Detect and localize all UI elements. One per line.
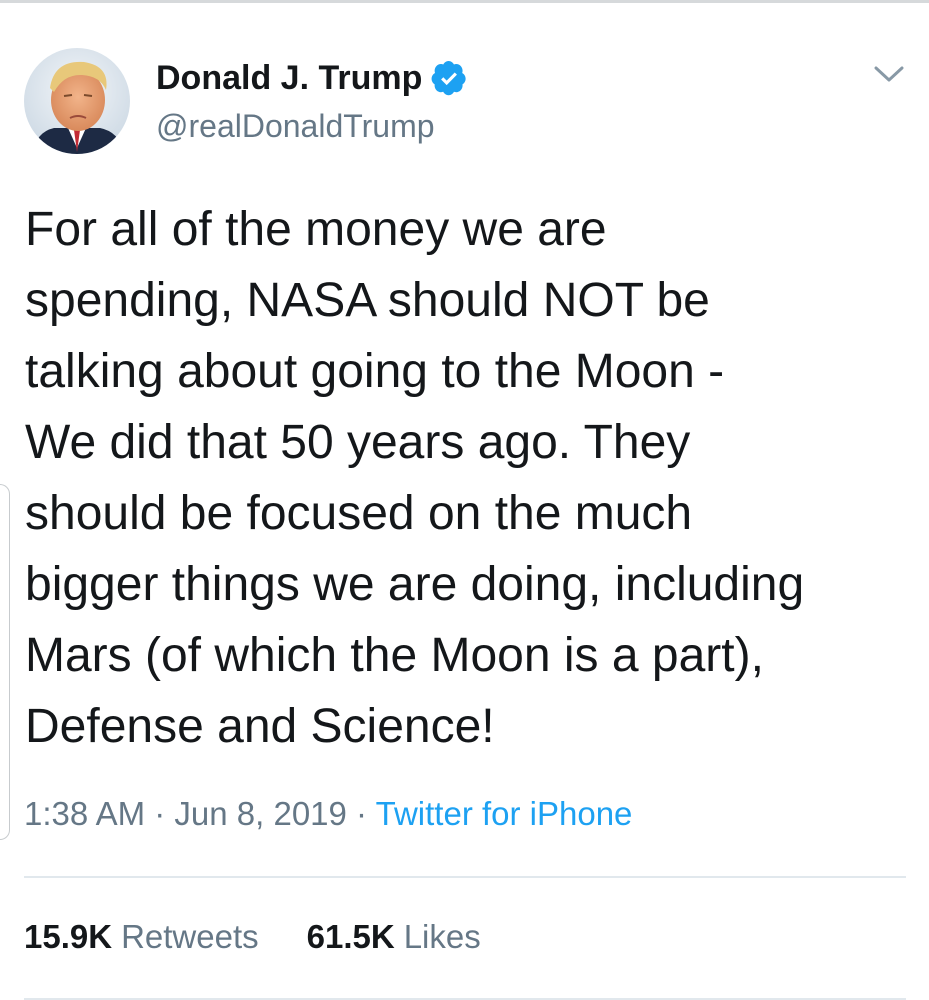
tweet-text-line: talking about going to the Moon - (25, 345, 725, 398)
tweet-text-line: bigger things we are doing, including (25, 558, 805, 611)
retweets-count: 15.9K (24, 918, 113, 955)
avatar[interactable] (24, 48, 130, 154)
top-divider (0, 0, 929, 3)
tweet-text-line: should be focused on the much (25, 487, 693, 540)
tweet-text-line: We did that 50 years ago. They (25, 416, 691, 469)
author-handle[interactable]: @realDonaldTrump (156, 107, 435, 145)
likes-count: 61.5K (306, 918, 395, 955)
tweet-date[interactable]: Jun 8, 2019 (174, 795, 346, 832)
scroll-edge-handle[interactable] (0, 484, 10, 840)
verified-badge-icon (430, 59, 468, 97)
stats-divider (24, 876, 906, 878)
tweet-text-line: Defense and Science! (25, 700, 495, 753)
tweet-metadata: 1:38 AM · Jun 8, 2019 · Twitter for iPho… (24, 794, 632, 834)
retweets-stat[interactable]: 15.9K Retweets (24, 917, 259, 957)
meta-separator: · (145, 795, 175, 832)
tweet-source-link[interactable]: Twitter for iPhone (376, 795, 633, 832)
author-display-name[interactable]: Donald J. Trump (156, 58, 422, 98)
tweet-text-line: spending, NASA should NOT be (25, 274, 710, 327)
tweet-text-line: Mars (of which the Moon is a part), (25, 629, 764, 682)
tweet-time[interactable]: 1:38 AM (24, 795, 145, 832)
tweet-text-line: For all of the money we are (25, 203, 607, 256)
likes-label: Likes (403, 918, 481, 955)
meta-separator: · (346, 795, 376, 832)
author-name-row[interactable]: Donald J. Trump (156, 58, 468, 98)
chevron-down-icon[interactable] (872, 60, 906, 88)
avatar-image (24, 48, 130, 154)
tweet-stats: 15.9K Retweets 61.5K Likes (24, 917, 529, 957)
likes-stat[interactable]: 61.5K Likes (307, 917, 481, 957)
retweets-label: Retweets (121, 918, 259, 955)
tweet-text: For all of the money we are spending, NA… (25, 194, 920, 762)
